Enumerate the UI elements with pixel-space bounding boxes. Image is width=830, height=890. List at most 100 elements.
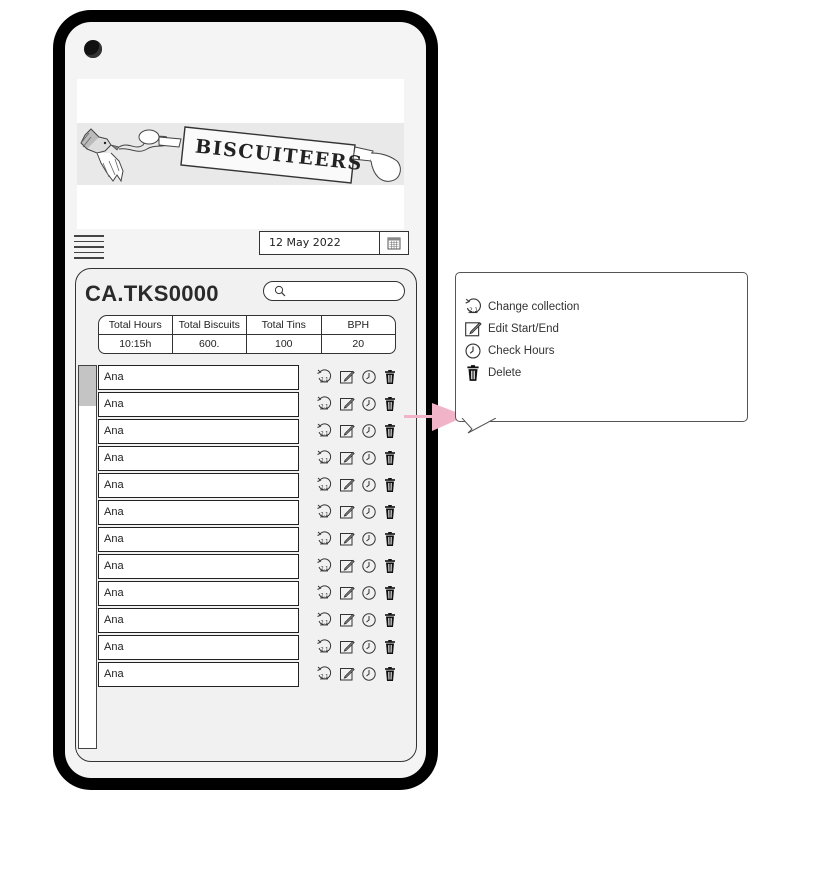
hamburger-menu-icon[interactable] — [74, 235, 104, 261]
row-name-field[interactable]: Ana — [98, 419, 299, 444]
edit-icon[interactable] — [339, 639, 355, 655]
edit-icon[interactable] — [339, 531, 355, 547]
stats-header-total-biscuits: Total Biscuits — [172, 315, 247, 334]
clock-icon[interactable] — [361, 504, 377, 520]
collection-title: CA.TKS0000 — [85, 281, 219, 306]
clock-icon[interactable] — [361, 450, 377, 466]
phone-frame: BISCUITEERS 12 May 2022 CA.TKS0000 Total… — [53, 10, 438, 790]
trash-icon[interactable] — [382, 450, 398, 466]
camera-icon — [84, 40, 102, 58]
row-name-field[interactable]: Ana — [98, 662, 299, 687]
callout-tail — [461, 418, 496, 434]
stats-header-total-tins: Total Tins — [247, 315, 322, 334]
trash-icon[interactable] — [382, 423, 398, 439]
row-name-field[interactable]: Ana — [98, 446, 299, 471]
change-collection-icon[interactable] — [316, 666, 332, 682]
table-row[interactable]: Ana — [98, 473, 398, 498]
change-collection-icon[interactable] — [316, 477, 332, 493]
trash-icon[interactable] — [382, 396, 398, 412]
clock-icon[interactable] — [361, 666, 377, 682]
change-collection-icon[interactable] — [316, 558, 332, 574]
clock-icon[interactable] — [361, 585, 377, 601]
change-collection-icon[interactable] — [316, 396, 332, 412]
table-row[interactable]: Ana — [98, 635, 398, 660]
calendar-icon[interactable] — [379, 232, 408, 254]
edit-icon[interactable] — [339, 477, 355, 493]
change-collection-icon[interactable] — [316, 531, 332, 547]
legend-item-label: Edit Start/End — [488, 323, 559, 335]
change-collection-icon[interactable] — [316, 450, 332, 466]
stats-header-total-hours: Total Hours — [98, 315, 173, 334]
table-row[interactable]: Ana — [98, 662, 398, 687]
change-collection-icon[interactable] — [316, 369, 332, 385]
trash-icon[interactable] — [382, 612, 398, 628]
row-name-field[interactable]: Ana — [98, 554, 299, 579]
trash-icon[interactable] — [382, 504, 398, 520]
phone-screen: BISCUITEERS 12 May 2022 CA.TKS0000 Total… — [65, 22, 426, 778]
search-input[interactable] — [263, 281, 405, 301]
edit-icon[interactable] — [339, 396, 355, 412]
table-row[interactable]: Ana — [98, 446, 398, 471]
table-row[interactable]: Ana — [98, 581, 398, 606]
row-name-field[interactable]: Ana — [98, 392, 299, 417]
row-name-field[interactable]: Ana — [98, 365, 299, 390]
stats-value-bph: 20 — [321, 334, 396, 354]
stats-table: Total Hours Total Biscuits Total Tins BP… — [98, 315, 396, 354]
change-collection-icon[interactable] — [316, 423, 332, 439]
trash-icon[interactable] — [382, 558, 398, 574]
edit-icon[interactable] — [339, 666, 355, 682]
row-name-field[interactable]: Ana — [98, 581, 299, 606]
trash-icon[interactable] — [382, 369, 398, 385]
table-row[interactable]: Ana — [98, 500, 398, 525]
table-row[interactable]: Ana — [98, 419, 398, 444]
edit-icon[interactable] — [339, 558, 355, 574]
edit-icon[interactable] — [339, 423, 355, 439]
row-name-field[interactable]: Ana — [98, 500, 299, 525]
edit-icon[interactable] — [339, 585, 355, 601]
edit-icon[interactable] — [339, 612, 355, 628]
clock-icon[interactable] — [361, 639, 377, 655]
clock-icon[interactable] — [361, 612, 377, 628]
stats-header-bph: BPH — [321, 315, 396, 334]
change-collection-icon[interactable] — [316, 612, 332, 628]
date-value: 12 May 2022 — [269, 236, 341, 249]
scrollbar-thumb[interactable] — [79, 366, 96, 406]
trash-icon — [464, 364, 482, 382]
table-row[interactable]: Ana — [98, 608, 398, 633]
row-name-field[interactable]: Ana — [98, 473, 299, 498]
trash-icon[interactable] — [382, 477, 398, 493]
clock-icon[interactable] — [361, 396, 377, 412]
edit-icon[interactable] — [339, 450, 355, 466]
trash-icon[interactable] — [382, 585, 398, 601]
clock-icon[interactable] — [361, 558, 377, 574]
table-row[interactable]: Ana — [98, 527, 398, 552]
date-picker[interactable]: 12 May 2022 — [259, 231, 409, 255]
trash-icon[interactable] — [382, 639, 398, 655]
collection-panel: CA.TKS0000 Total Hours Total Biscuits To… — [75, 268, 417, 762]
legend-item-label: Delete — [488, 367, 522, 379]
clock-icon[interactable] — [361, 531, 377, 547]
change-collection-icon — [464, 298, 482, 316]
change-collection-icon[interactable] — [316, 504, 332, 520]
edit-icon[interactable] — [339, 369, 355, 385]
row-name-field[interactable]: Ana — [98, 608, 299, 633]
stats-value-total-hours: 10:15h — [98, 334, 173, 354]
actions-legend-callout: Change collection Edit Start/End Check Hou… — [455, 272, 748, 434]
row-name-field[interactable]: Ana — [98, 635, 299, 660]
edit-icon — [464, 320, 482, 338]
change-collection-icon[interactable] — [316, 639, 332, 655]
table-row[interactable]: Ana — [98, 554, 398, 579]
trash-icon[interactable] — [382, 531, 398, 547]
row-name-field[interactable]: Ana — [98, 527, 299, 552]
table-row[interactable]: Ana — [98, 392, 398, 417]
stats-value-total-biscuits: 600. — [172, 334, 247, 354]
change-collection-icon[interactable] — [316, 585, 332, 601]
clock-icon[interactable] — [361, 369, 377, 385]
table-row[interactable]: Ana — [98, 365, 398, 390]
trash-icon[interactable] — [382, 666, 398, 682]
brand-banner: BISCUITEERS — [77, 79, 404, 229]
edit-icon[interactable] — [339, 504, 355, 520]
clock-icon[interactable] — [361, 477, 377, 493]
clock-icon[interactable] — [361, 423, 377, 439]
scrollbar[interactable] — [78, 365, 97, 749]
